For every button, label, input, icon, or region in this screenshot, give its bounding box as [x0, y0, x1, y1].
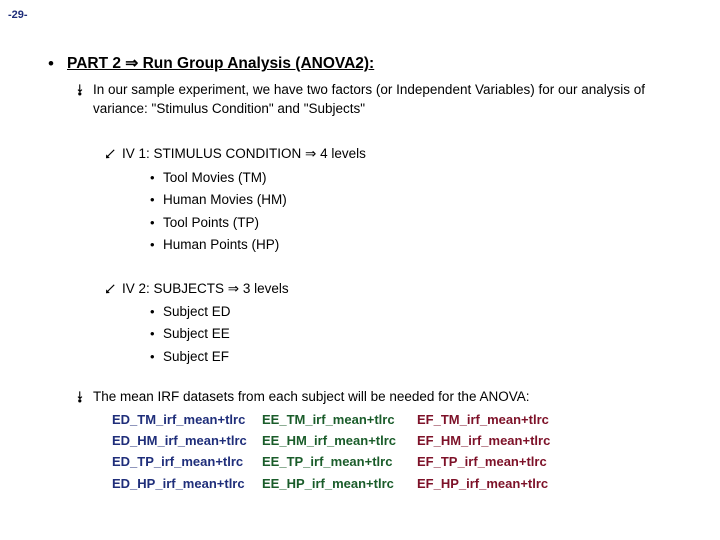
- list-item-label: Human Movies (HM): [163, 192, 287, 208]
- section-heading: • PART 2 ⇒ Run Group Analysis (ANOVA2):: [48, 54, 374, 74]
- hand-pointer-icon: [76, 80, 93, 96]
- south-west-arrow-icon: [105, 279, 122, 294]
- slide-canvas: -29- • PART 2 ⇒ Run Group Analysis (ANOV…: [0, 0, 720, 540]
- south-west-arrow-icon: [105, 144, 122, 159]
- intro-paragraph-row: In our sample experiment, we have two fa…: [76, 80, 688, 118]
- dataset-filename: EE_HM_irf_mean+tlrc: [262, 433, 397, 449]
- bullet-icon: •: [150, 170, 155, 185]
- list-item: • Subject EE: [150, 323, 231, 345]
- iv2-level-list: • Subject ED • Subject EE • Subject EF: [150, 301, 231, 368]
- dataset-filename: EF_TP_irf_mean+tlrc: [417, 454, 547, 470]
- dataset-filename: EE_HP_irf_mean+tlrc: [262, 475, 394, 491]
- page-number: -29-: [8, 9, 28, 21]
- dataset-filename: ED_HM_irf_mean+tlrc: [112, 433, 247, 449]
- list-item: • Subject ED: [150, 301, 231, 323]
- iv2-heading-text: IV 2: SUBJECTS ⇒ 3 levels: [122, 281, 289, 296]
- list-item: • Subject EF: [150, 346, 231, 368]
- bullet-icon: •: [150, 304, 155, 319]
- list-item-label: Human Points (HP): [163, 237, 280, 253]
- list-item: • Tool Points (TP): [150, 212, 287, 234]
- dataset-filename-table: ED_TM_irf_mean+tlrc EE_TM_irf_mean+tlrc …: [112, 409, 550, 494]
- dataset-filename: ED_HP_irf_mean+tlrc: [112, 475, 245, 491]
- page-title: PART 2 ⇒ Run Group Analysis (ANOVA2):: [67, 55, 375, 72]
- intro-paragraph-text: In our sample experiment, we have two fa…: [93, 82, 646, 116]
- list-item-label: Tool Movies (TM): [163, 170, 267, 185]
- list-item: • Human Points (HP): [150, 234, 287, 256]
- bullet-icon: •: [48, 54, 54, 73]
- dataset-filename: EF_HM_irf_mean+tlrc: [417, 433, 551, 449]
- hand-pointer-icon: [76, 387, 93, 403]
- list-item: • Tool Movies (TM): [150, 167, 287, 189]
- dataset-filename: ED_TM_irf_mean+tlrc: [112, 412, 246, 427]
- bullet-icon: •: [150, 348, 155, 364]
- list-item-label: Tool Points (TP): [163, 214, 260, 230]
- bullet-icon: •: [150, 237, 155, 253]
- iv1-level-list: • Tool Movies (TM) • Human Movies (HM) •…: [150, 167, 287, 257]
- iv1-heading-row: IV 1: STIMULUS CONDITION ⇒ 4 levels: [105, 144, 366, 163]
- iv2-heading-row: IV 2: SUBJECTS ⇒ 3 levels: [105, 279, 289, 298]
- iv1-heading-text: IV 1: STIMULUS CONDITION ⇒ 4 levels: [122, 146, 366, 161]
- dataset-filename: EE_TP_irf_mean+tlrc: [262, 454, 393, 470]
- dataset-filename: EF_TM_irf_mean+tlrc: [417, 412, 549, 427]
- dataset-filename: EE_TM_irf_mean+tlrc: [262, 412, 395, 427]
- list-item-label: Subject EE: [163, 326, 230, 342]
- list-item-label: Subject ED: [163, 304, 231, 319]
- dataset-filename: ED_TP_irf_mean+tlrc: [112, 454, 244, 470]
- dataset-filename: EF_HP_irf_mean+tlrc: [417, 475, 549, 491]
- mean-irf-paragraph-row: The mean IRF datasets from each subject …: [76, 387, 696, 406]
- bullet-icon: •: [150, 326, 155, 342]
- bullet-icon: •: [150, 214, 155, 230]
- mean-irf-paragraph-text: The mean IRF datasets from each subject …: [93, 389, 530, 404]
- bullet-icon: •: [150, 192, 155, 208]
- list-item: • Human Movies (HM): [150, 189, 287, 211]
- list-item-label: Subject EF: [163, 348, 230, 364]
